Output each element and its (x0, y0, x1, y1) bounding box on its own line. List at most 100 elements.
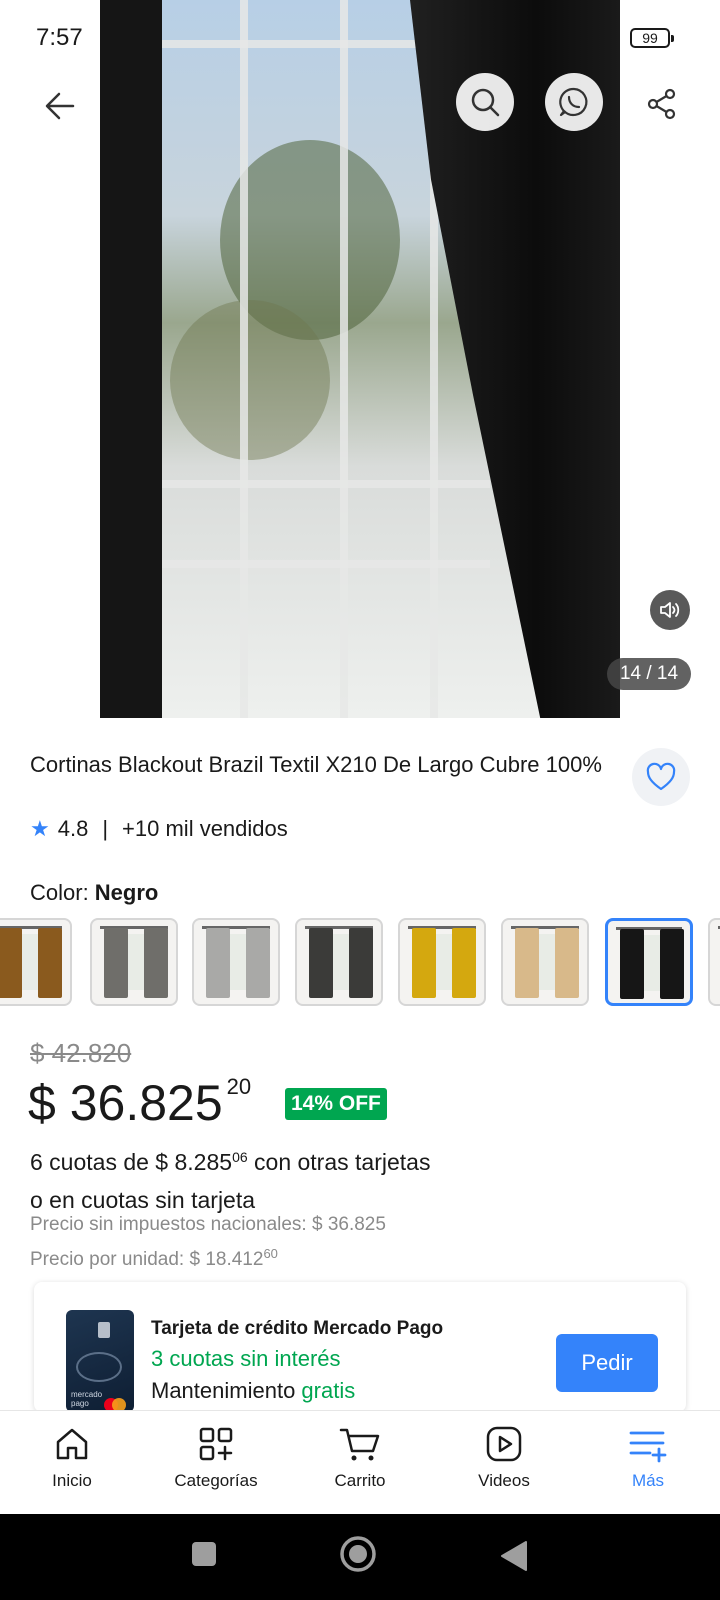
curtain-panel (206, 928, 230, 998)
separator: | (102, 816, 109, 841)
nav-label: Inicio (52, 1471, 92, 1490)
rating-value: 4.8 (57, 816, 89, 841)
color-selector-label: Color: Negro (30, 880, 158, 906)
price-main: $ 36.825 (28, 1075, 223, 1131)
product-media[interactable] (0, 0, 720, 718)
window-shape (230, 934, 246, 990)
product-title: Cortinas Blackout Brazil Textil X210 De … (30, 752, 602, 777)
credit-card-promo[interactable]: mercado pago Tarjeta de crédito Mercado … (34, 1282, 686, 1412)
curtain-panel (452, 928, 476, 998)
heart-icon (646, 762, 676, 791)
promo-title: Tarjeta de crédito Mercado Pago (151, 1318, 444, 1339)
installments-info[interactable]: 6 cuotas de $ 8.28506 con otras tarjetas… (30, 1138, 430, 1219)
promo-maintenance: Mantenimiento gratis (151, 1378, 355, 1404)
handshake-icon (76, 1352, 122, 1382)
square-icon (192, 1542, 216, 1566)
media-counter: 14 / 14 (607, 658, 691, 690)
current-price: $ 36.825 20 (28, 1074, 251, 1132)
window-frame (240, 0, 248, 718)
window-frame (160, 560, 490, 568)
window-shape (128, 934, 144, 990)
back-system-button[interactable] (500, 1540, 528, 1572)
color-swatch-extra[interactable] (708, 918, 720, 1006)
color-value: Negro (94, 880, 159, 905)
nav-item-categorias[interactable]: Categorías (144, 1411, 288, 1515)
price-cents: 20 (226, 1074, 252, 1099)
window-shape (22, 934, 38, 990)
nav-item-videos[interactable]: Videos (432, 1411, 576, 1515)
recent-apps-button[interactable] (190, 1540, 218, 1568)
curtain-panel (555, 928, 579, 998)
promo-maintenance-label: Mantenimiento (151, 1378, 302, 1403)
color-swatch-gris-oscuro[interactable] (90, 918, 178, 1006)
search-icon (471, 88, 500, 117)
arrow-left-icon (45, 92, 75, 120)
nav-label: Videos (478, 1471, 530, 1490)
color-swatch-negro[interactable] (605, 918, 693, 1006)
product-video[interactable] (100, 0, 620, 718)
curtain-panel (38, 928, 62, 998)
menu-plus-icon (629, 1431, 667, 1463)
nav-label: Categorías (174, 1471, 258, 1490)
color-swatch-beige[interactable] (501, 918, 589, 1006)
tax-free-price: Precio sin impuestos nacionales: $ 36.82… (30, 1214, 386, 1235)
nav-label: Carrito (334, 1471, 386, 1490)
promo-offer: 3 cuotas sin interés (151, 1346, 341, 1371)
battery-indicator: 99 (630, 28, 674, 48)
curtain-panel (620, 929, 644, 999)
unit-price-main: Precio por unidad: $ 18.412 (30, 1249, 264, 1270)
promo-maintenance-free: gratis (301, 1378, 356, 1403)
original-price: $ 42.820 (30, 1038, 132, 1068)
cart-icon (339, 1428, 380, 1461)
home-system-button[interactable] (338, 1534, 378, 1574)
color-swatch-negro-gris[interactable] (295, 918, 383, 1006)
search-button[interactable] (456, 73, 514, 131)
curtain-panel (412, 928, 436, 998)
nav-item-inicio[interactable]: Inicio (0, 1411, 144, 1515)
installments-cents: 06 (232, 1149, 248, 1165)
color-swatch-marron[interactable] (0, 918, 72, 1006)
request-card-button[interactable]: Pedir (556, 1334, 658, 1392)
whatsapp-share-button[interactable] (545, 73, 603, 131)
window-shape (644, 935, 660, 991)
status-time: 7:57 (36, 24, 83, 51)
window-shape (539, 934, 555, 990)
unit-price-cents: 60 (263, 1246, 278, 1261)
star-icon: ★ (30, 816, 50, 841)
curtain-panel (104, 928, 128, 998)
nav-item-mas[interactable]: Más (576, 1411, 720, 1515)
discount-badge: 14% OFF (285, 1088, 387, 1120)
back-button[interactable] (36, 82, 84, 130)
categories-icon (199, 1427, 233, 1461)
rating-row[interactable]: ★ 4.8 | +10 mil vendidos (30, 816, 288, 842)
mercado-pago-card-image: mercado pago (66, 1310, 134, 1412)
unit-price: Precio por unidad: $ 18.41260 (30, 1246, 278, 1271)
color-swatch-gris-claro[interactable] (192, 918, 280, 1006)
share-button[interactable] (640, 82, 684, 126)
nav-item-carrito[interactable]: Carrito (288, 1411, 432, 1515)
window-shape (333, 934, 349, 990)
favorite-button[interactable] (632, 748, 690, 806)
curtain-left (100, 0, 162, 718)
system-nav-bar (0, 1514, 720, 1600)
color-swatch-amarillo[interactable] (398, 918, 486, 1006)
curtain-panel (0, 928, 22, 998)
installments-line1: 6 cuotas de $ 8.28506 con otras tarjetas (30, 1138, 430, 1181)
curtain-panel (515, 928, 539, 998)
curtain-panel (144, 928, 168, 998)
foliage-shape (170, 300, 330, 460)
installments-prefix: 6 cuotas de $ 8.285 (30, 1149, 233, 1175)
curtain-panel (660, 929, 684, 999)
curtain-panel (349, 928, 373, 998)
card-chip (98, 1322, 110, 1338)
window-frame (160, 480, 490, 488)
whatsapp-icon (559, 87, 588, 117)
curtain-panel (309, 928, 333, 998)
color-swatches (0, 918, 720, 1006)
sold-count: +10 mil vendidos (122, 816, 288, 841)
window-frame (340, 0, 348, 718)
installments-suffix: con otras tarjetas (247, 1149, 431, 1175)
sound-toggle-button[interactable] (650, 590, 690, 630)
video-icon (486, 1426, 522, 1462)
nav-label: Más (631, 1471, 665, 1490)
